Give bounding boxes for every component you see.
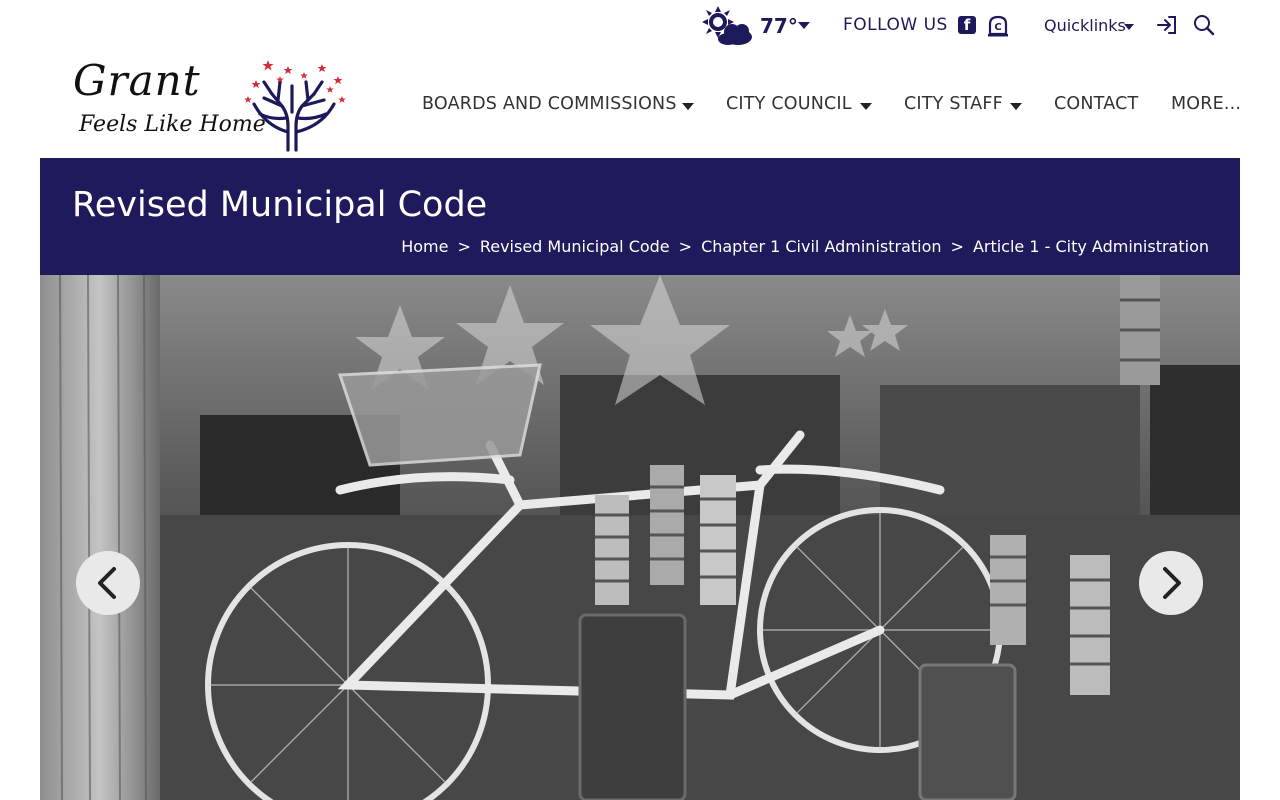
chevron-down-icon[interactable] [1124, 24, 1134, 30]
page-title-banner: Revised Municipal Code Home > Revised Mu… [40, 158, 1240, 275]
weather-dropdown-caret[interactable] [798, 22, 810, 29]
svg-text:C: C [994, 22, 1001, 33]
breadcrumb-chapter-1[interactable]: Chapter 1 Civil Administration [701, 237, 941, 256]
chevron-down-icon[interactable] [682, 103, 694, 110]
follow-us-label: FOLLOW US [843, 15, 948, 35]
breadcrumb-article-1: Article 1 - City Administration [972, 237, 1209, 256]
breadcrumb-separator: > [678, 237, 693, 256]
slider-prev-button[interactable] [76, 551, 140, 615]
nav-contact[interactable]: CONTACT [1054, 94, 1138, 114]
search-icon[interactable] [1193, 14, 1215, 36]
hero-slideshow [40, 275, 1240, 800]
chevron-left-icon [98, 567, 116, 599]
breadcrumb-separator: > [457, 237, 471, 256]
nav-boards-and-commissions[interactable]: BOARDS AND COMMISSIONS [422, 94, 677, 114]
chevron-down-icon[interactable] [1010, 103, 1022, 110]
breadcrumb-separator: > [950, 237, 964, 256]
breadcrumb-home[interactable]: Home [401, 237, 448, 256]
temperature[interactable]: 77° [760, 14, 798, 38]
page-title: Revised Municipal Code [72, 185, 488, 225]
nav-city-staff[interactable]: CITY STAFF [904, 94, 1003, 114]
nav-more[interactable]: MORE... [1171, 94, 1241, 114]
main-navigation: BOARDS AND COMMISSIONS CITY COUNCIL CITY… [0, 94, 1280, 120]
nav-city-council[interactable]: CITY COUNCIL [726, 94, 852, 114]
facebook-icon[interactable]: f [958, 16, 976, 34]
quicklinks-menu[interactable]: Quicklinks [1044, 16, 1126, 35]
partly-cloudy-icon[interactable] [700, 4, 754, 46]
slider-next-button[interactable] [1139, 551, 1203, 615]
utility-bar: 77° FOLLOW US f C Quicklinks [0, 0, 1280, 52]
breadcrumb: Home > Revised Municipal Code > Chapter … [401, 237, 1209, 256]
hero-image [40, 275, 1240, 800]
chevron-right-icon [1163, 567, 1181, 599]
sign-in-icon[interactable] [1156, 14, 1178, 36]
civic-alert-icon[interactable]: C [987, 15, 1009, 37]
breadcrumb-revised-municipal-code[interactable]: Revised Municipal Code [480, 237, 670, 256]
chevron-down-icon[interactable] [860, 103, 872, 110]
